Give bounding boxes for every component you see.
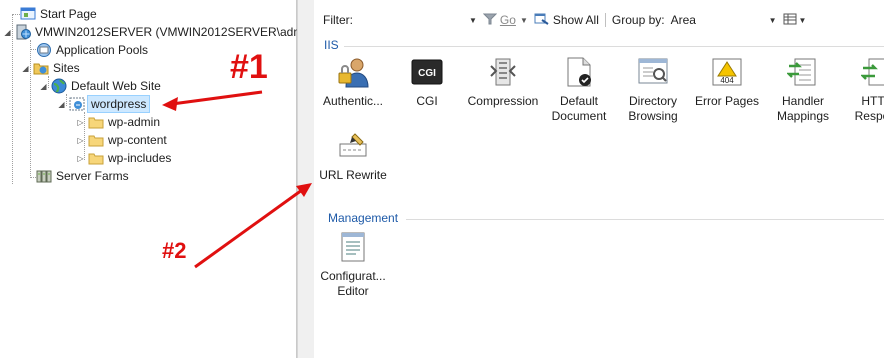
feature-label: URL Rewrite xyxy=(319,168,387,182)
feature-label: Handler Mappings xyxy=(776,94,830,123)
feature-label: CGI xyxy=(416,94,438,108)
default-document-icon xyxy=(563,56,595,88)
feature-label: HTTP Respo... xyxy=(854,94,884,123)
server-icon xyxy=(15,24,31,40)
tree-item-label: wp-content xyxy=(108,133,167,147)
go-label: Go xyxy=(499,13,516,27)
tree-item-label: Start Page xyxy=(40,7,97,21)
tree-item-label: Sites xyxy=(53,61,80,75)
server-farms-icon xyxy=(36,168,52,184)
expand-arrow-icon[interactable]: ▷ xyxy=(76,154,85,163)
feature-authentication[interactable]: Authentic... xyxy=(316,56,390,109)
tree-item-wp-includes[interactable]: ▷ wp-includes xyxy=(76,149,171,167)
tree-item-server[interactable]: ◢ VMWIN2012SERVER (VMWIN2012SERVER\admin… xyxy=(3,23,317,41)
toolbar-separator xyxy=(604,13,606,27)
features-view: Filter: ▼ Go ▼ Show All Group by: Area ▼… xyxy=(314,0,884,358)
section-divider xyxy=(406,219,884,220)
tree-item-label: Application Pools xyxy=(56,43,149,57)
collapse-arrow-icon[interactable]: ◢ xyxy=(39,82,48,91)
tree-item-start-page[interactable]: Start Page xyxy=(8,5,97,23)
panel-splitter[interactable] xyxy=(297,0,315,358)
compression-icon xyxy=(487,56,519,88)
feature-http-response[interactable]: HTTP Respo... xyxy=(840,56,884,124)
funnel-icon xyxy=(482,13,500,27)
feature-configuration-editor[interactable]: Configurat... Editor xyxy=(316,231,390,299)
collapse-arrow-icon[interactable]: ◢ xyxy=(21,64,30,73)
section-title-iis: IIS xyxy=(324,38,339,52)
expand-arrow-icon[interactable]: ▷ xyxy=(76,118,85,127)
section-title-management: Management xyxy=(328,211,399,225)
tree-item-application-pools[interactable]: Application Pools xyxy=(24,41,148,59)
cgi-icon: CGI xyxy=(411,56,443,88)
globe-icon xyxy=(51,78,67,94)
application-icon xyxy=(69,96,85,112)
feature-label: Compression xyxy=(467,94,539,108)
feature-label: Directory Browsing xyxy=(628,94,678,123)
view-dropdown-arrow-icon: ▼ xyxy=(798,15,807,25)
collapse-arrow-icon[interactable]: ◢ xyxy=(57,100,66,109)
tree-item-default-web-site[interactable]: ◢ Default Web Site xyxy=(39,77,161,95)
feature-handler-mappings[interactable]: Handler Mappings xyxy=(766,56,840,124)
view-button[interactable]: ▼ xyxy=(783,13,807,27)
filter-input[interactable] xyxy=(357,12,467,28)
filter-toolbar: Filter: ▼ Go ▼ Show All Group by: Area ▼… xyxy=(314,8,884,32)
tree-item-server-farms[interactable]: Server Farms xyxy=(24,167,129,185)
app-pools-icon xyxy=(36,42,52,58)
configuration-editor-icon xyxy=(337,231,369,263)
handler-mappings-icon xyxy=(786,56,819,88)
feature-cgi[interactable]: CGI CGI xyxy=(390,56,464,109)
feature-default-document[interactable]: Default Document xyxy=(542,56,616,124)
expand-arrow-icon[interactable]: ▷ xyxy=(76,136,85,145)
show-all-icon xyxy=(534,13,553,27)
tree-item-label: wp-includes xyxy=(108,151,172,165)
group-by-value: Area xyxy=(670,13,696,27)
go-dropdown-arrow-icon[interactable]: ▼ xyxy=(520,16,528,25)
error-pages-icon: 404 xyxy=(711,56,743,88)
group-by-dropdown-arrow-icon[interactable]: ▼ xyxy=(769,16,777,25)
feature-label: Configurat... Editor xyxy=(320,269,386,298)
tree-item-label: wp-admin xyxy=(108,115,161,129)
annotation-label-two: #2 xyxy=(162,238,187,263)
tree-item-wp-content[interactable]: ▷ wp-content xyxy=(76,131,167,149)
feature-url-rewrite[interactable]: URL Rewrite xyxy=(316,130,390,183)
feature-directory-browsing[interactable]: Directory Browsing xyxy=(616,56,690,124)
url-rewrite-icon xyxy=(337,130,369,162)
show-all-button[interactable]: Show All xyxy=(534,13,599,27)
tree-item-label: wordpress xyxy=(87,95,151,113)
feature-label: Default Document xyxy=(551,94,607,123)
folder-icon xyxy=(88,132,104,148)
filter-label: Filter: xyxy=(323,13,353,27)
section-divider xyxy=(344,46,884,47)
group-by-label: Group by: xyxy=(611,13,665,27)
directory-browsing-icon xyxy=(637,56,669,88)
tree-item-wordpress[interactable]: ◢ wordpress xyxy=(57,95,151,113)
tree-item-label: VMWIN2012SERVER (VMWIN2012SERVER\admin) xyxy=(35,25,317,39)
tree-item-label: Server Farms xyxy=(56,169,129,183)
feature-label: Error Pages xyxy=(694,94,760,108)
svg-text:CGI: CGI xyxy=(418,68,436,79)
tree-item-label: Default Web Site xyxy=(71,79,161,93)
group-by-select[interactable]: Area xyxy=(665,13,767,27)
collapse-arrow-icon[interactable]: ◢ xyxy=(3,28,12,37)
feature-error-pages[interactable]: 404 Error Pages xyxy=(690,56,764,109)
filter-dropdown-arrow-icon[interactable]: ▼ xyxy=(469,16,477,25)
svg-text:404: 404 xyxy=(720,76,734,85)
sites-folder-icon xyxy=(33,60,49,76)
feature-label: Authentic... xyxy=(322,94,384,108)
go-button[interactable]: Go ▼ xyxy=(482,13,528,27)
authentication-icon xyxy=(337,56,369,88)
show-all-label: Show All xyxy=(552,13,599,27)
http-response-icon xyxy=(860,56,884,88)
tree-item-sites[interactable]: ◢ Sites xyxy=(21,59,80,77)
folder-icon xyxy=(88,114,104,130)
folder-icon xyxy=(88,150,104,166)
start-page-icon xyxy=(20,6,36,22)
feature-compression[interactable]: Compression xyxy=(466,56,540,109)
tree-item-wp-admin[interactable]: ▷ wp-admin xyxy=(76,113,160,131)
view-grid-icon xyxy=(783,13,797,27)
annotation-label-one: #1 xyxy=(230,48,268,86)
